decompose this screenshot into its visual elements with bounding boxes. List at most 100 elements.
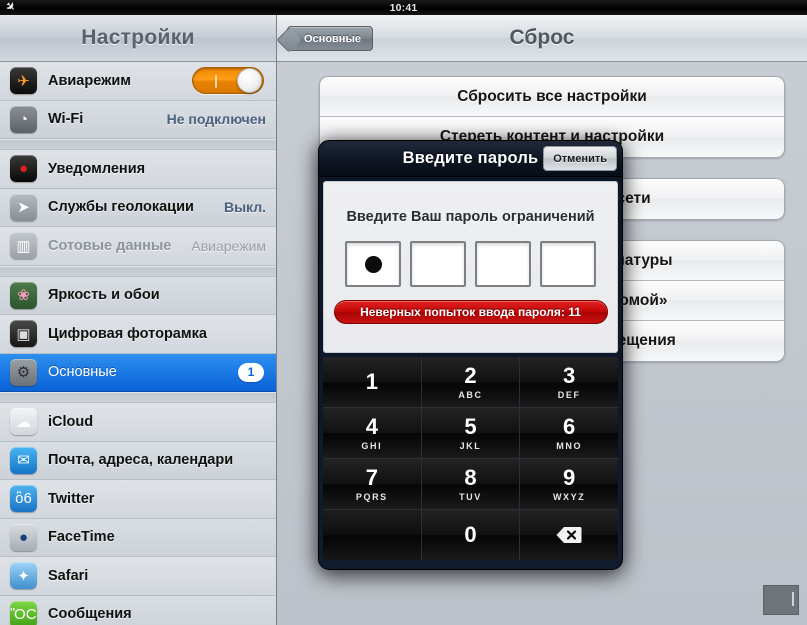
ipad-settings-screen: ✈ 10:41 Настройки ✈ Авиарежим ◔ Wi-Fi Не под… [0,0,807,625]
sidebar-item-13[interactable]: ✦ Safari [0,557,276,596]
sidebar-item-12[interactable]: ● FaceTime [0,518,276,557]
sidebar-item-11[interactable]: ὂ6 Twitter [0,480,276,519]
delete-backspace-icon [556,526,582,544]
keypad-delete-key[interactable] [520,510,618,560]
sidebar-item-14[interactable]: ὊC Сообщения [0,595,276,625]
sidebar-item-label: Сотовые данные [48,237,172,254]
numeric-keypad: 1 2 ABC 3 DEF 4 GHI 5 JKL 6 MNO 7 PQRS 8 TUV 9 WXYZ 0 [323,357,618,560]
keypad-key-number: 1 [365,369,378,394]
keypad-key-letters: PQRS [355,491,388,502]
sidebar-group-separator [0,265,276,277]
passcode-dot [364,255,382,273]
keypad-key-number: 0 [464,522,477,547]
sidebar-item-label: iCloud [48,413,94,430]
general-gear-icon: ⚙ [10,358,37,386]
keypad-key-6[interactable]: 6 MNO [520,408,618,458]
sidebar-item-10[interactable]: ✉ Почта, адреса, календари [0,441,276,480]
sidebar-group-separator [0,392,276,403]
keypad-key-4[interactable]: 4 GHI [323,408,421,458]
cancel-button[interactable]: Отменить [543,146,617,171]
keypad-key-3[interactable]: 3 DEF [520,357,618,407]
sidebar-item-value: Авиарежим [191,237,266,254]
sidebar-item-2[interactable]: ◔ Wi-Fi Не подключен [0,100,276,139]
cancel-button-label: Отменить [553,152,607,165]
sidebar-group-separator [0,139,276,150]
back-button[interactable]: Основные [287,26,373,51]
keypad-key-7[interactable]: 7 PQRS [323,459,421,509]
passcode-box-4[interactable] [540,241,596,287]
keypad-key-number: 4 [365,413,378,439]
keypad-key-1[interactable]: 1 [323,357,421,407]
sidebar-item-6[interactable]: ❀ Яркость и обои [0,276,276,315]
picture-frame-icon: ▣ [10,320,37,348]
passcode-boxes[interactable] [345,241,596,287]
keypad-key-8[interactable]: 8 TUV [421,459,520,509]
twitter-icon: ὂ6 [10,485,37,513]
sidebar-item-label: Twitter [48,490,95,507]
switch-on-mark [215,75,217,89]
keypad-key-2[interactable]: 2 ABC [421,357,520,407]
reset-row-all-settings[interactable]: Сбросить все настройки [320,77,784,117]
sidebar-item-7[interactable]: ▣ Цифровая фоторамка [0,315,276,354]
sidebar-item-value: Выкл. [223,199,266,216]
keypad-key-number: 7 [365,464,378,490]
sidebar-item-label: Safari [48,567,89,584]
keypad-key-number: 5 [464,413,477,439]
sidebar-item-8[interactable]: ⚙ Основные 1 [0,353,276,392]
keypad-key-9[interactable]: 9 WXYZ [520,459,618,509]
sidebar-item-label: Основные [48,364,117,381]
status-bar-clock: 10:41 [389,1,418,14]
keypad-key-0[interactable]: 0 [421,510,520,560]
keypad-key-number: 6 [563,413,576,439]
keypad-key-number: 8 [464,464,477,490]
sidebar-item-label: Почта, адреса, календари [48,452,234,469]
sidebar-item-3[interactable]: ● Уведомления [0,150,276,189]
keypad-key-number: 3 [563,362,576,388]
status-bar: ✈ 10:41 [0,0,807,15]
modal-titlebar: Введите пароль Отменить [319,141,622,177]
switch-knob[interactable] [237,68,262,94]
sidebar-item-4[interactable]: ➤ Службы геолокации Выкл. [0,188,276,227]
passcode-modal: Введите пароль Отменить Введите Ваш паро… [318,140,623,570]
back-button-label: Основные [304,32,361,45]
keypad-key-5[interactable]: 5 JKL [421,408,520,458]
keypad-key-letters: ABC [458,389,483,400]
safari-icon: ✦ [10,562,37,590]
page-title: Сброс [509,26,575,49]
sidebar-item-9[interactable]: ☁ iCloud [0,403,276,442]
sidebar-item-label: Wi-Fi [48,111,84,128]
passcode-box-1[interactable] [345,241,401,287]
sidebar-item-label: FaceTime [48,529,115,546]
wifi-icon: ◔ [10,105,37,133]
sidebar-item-label: Уведомления [48,160,146,177]
icloud-icon: ☁ [10,408,37,436]
sidebar-item-value: Не подключен [166,111,266,128]
sidebar-header: Настройки [0,15,276,62]
sidebar-item-label: Яркость и обои [48,287,160,304]
passcode-entry-area: Введите Ваш пароль ограничений Неверных … [323,181,618,353]
modal-title: Введите пароль [402,149,539,167]
location-services-icon: ➤ [10,193,37,221]
airplane-mode-icon: ✈ [10,67,37,95]
sidebar-item-label: Цифровая фоторамка [48,325,207,342]
sidebar-item-1[interactable]: ✈ Авиарежим [0,62,276,101]
sidebar-item-label: Сообщения [48,606,132,623]
keypad-key-number: 9 [563,464,576,490]
error-banner: Неверных попыток ввода пароля: 11 [333,300,608,324]
sidebar-item-label: Авиарежим [48,72,132,89]
facetime-icon: ● [10,523,37,551]
mail-contacts-calendars-icon: ✉ [10,446,37,474]
cellular-data-icon: ▥ [10,232,37,260]
settings-sidebar: Настройки ✈ Авиарежим ◔ Wi-Fi Не подключен ● У… [0,15,277,625]
pane-navbar: Основные Сброс [277,15,807,62]
keypad-key-number: 2 [464,362,477,388]
keypad-key-letters: TUV [459,491,482,502]
sidebar-title: Настройки [81,26,195,49]
notifications-icon: ● [10,155,37,183]
passcode-box-2[interactable] [410,241,466,287]
passcode-box-3[interactable] [475,241,531,287]
keypad-key-letters: JKL [459,440,482,451]
sidebar-item-5[interactable]: ▥ Сотовые данные Авиарежим [0,227,276,266]
airplane-mode-switch[interactable] [192,67,264,95]
sidebar-list: ✈ Авиарежим ◔ Wi-Fi Не подключен ● Уведомления… [0,62,276,625]
